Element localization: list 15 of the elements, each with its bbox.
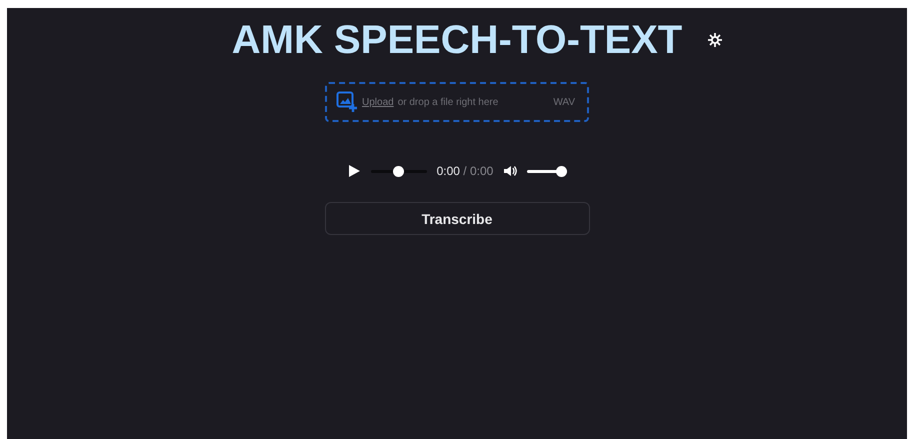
app-title: AMK SPEECH-TO-TEXT [232, 17, 682, 64]
time-separator: / [463, 164, 467, 178]
duration: 0:00 [470, 164, 494, 178]
file-dropzone[interactable]: Upload or drop a file right here WAV [325, 82, 589, 122]
image-add-icon [336, 91, 358, 113]
drop-hint: or drop a file right here [398, 96, 500, 108]
volume-icon[interactable] [503, 164, 518, 178]
seek-slider[interactable] [370, 166, 427, 176]
file-format: WAV [553, 96, 575, 108]
transcribe-button[interactable]: Transcribe [324, 202, 590, 235]
upload-link[interactable]: Upload [362, 96, 394, 108]
current-time: 0:00 [436, 164, 460, 178]
settings-icon[interactable] [708, 33, 722, 47]
volume-slider[interactable] [527, 166, 568, 176]
play-icon[interactable] [347, 164, 361, 178]
